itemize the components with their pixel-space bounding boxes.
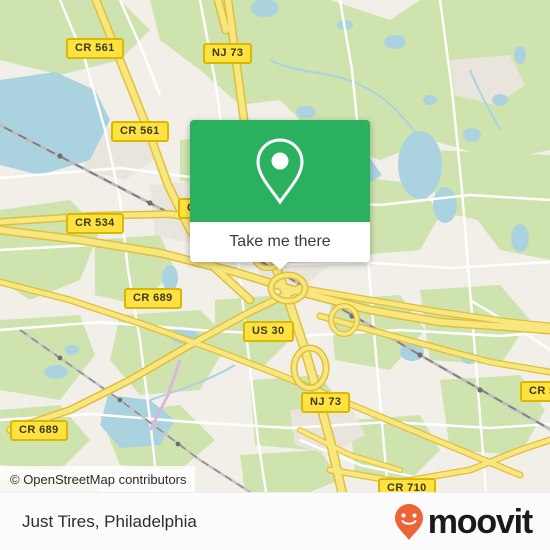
road-shield: CR 710 [378, 478, 436, 492]
map-screenshot-root: CR 561 NJ 73 CR 561 CR 534 C CR 689 US 3… [0, 0, 550, 550]
road-shield: CR 689 [10, 420, 68, 441]
road-shield: CR 5 [520, 381, 550, 402]
footer-bar: Just Tires, Philadelphia moovit [0, 492, 550, 550]
popup-tail [271, 261, 289, 270]
road-shield: CR 561 [111, 121, 169, 142]
road-shield: CR 689 [124, 288, 182, 309]
map-canvas[interactable]: CR 561 NJ 73 CR 561 CR 534 C CR 689 US 3… [0, 0, 550, 492]
road-shield: NJ 73 [301, 392, 351, 413]
moovit-logo: moovit [392, 502, 533, 542]
popup-icon-area [190, 120, 370, 222]
moovit-wordmark: moovit [427, 503, 533, 541]
take-me-there-label: Take me there [229, 233, 331, 250]
place-name-label: Just Tires, Philadelphia [22, 512, 197, 531]
road-shield: CR 534 [66, 213, 124, 234]
map-pin-icon [256, 138, 304, 205]
road-shield: NJ 73 [203, 43, 253, 64]
popup-action-bar[interactable]: Take me there [190, 222, 370, 270]
road-shield: US 30 [243, 321, 294, 342]
osm-attribution[interactable]: © OpenStreetMap contributors [0, 466, 195, 492]
destination-popup[interactable]: Take me there [190, 120, 370, 270]
attribution-text: © OpenStreetMap contributors [10, 471, 187, 487]
moovit-pin-icon [394, 504, 423, 540]
road-shield: CR 561 [66, 38, 124, 59]
footer-content: Just Tires, Philadelphia moovit [0, 493, 550, 550]
